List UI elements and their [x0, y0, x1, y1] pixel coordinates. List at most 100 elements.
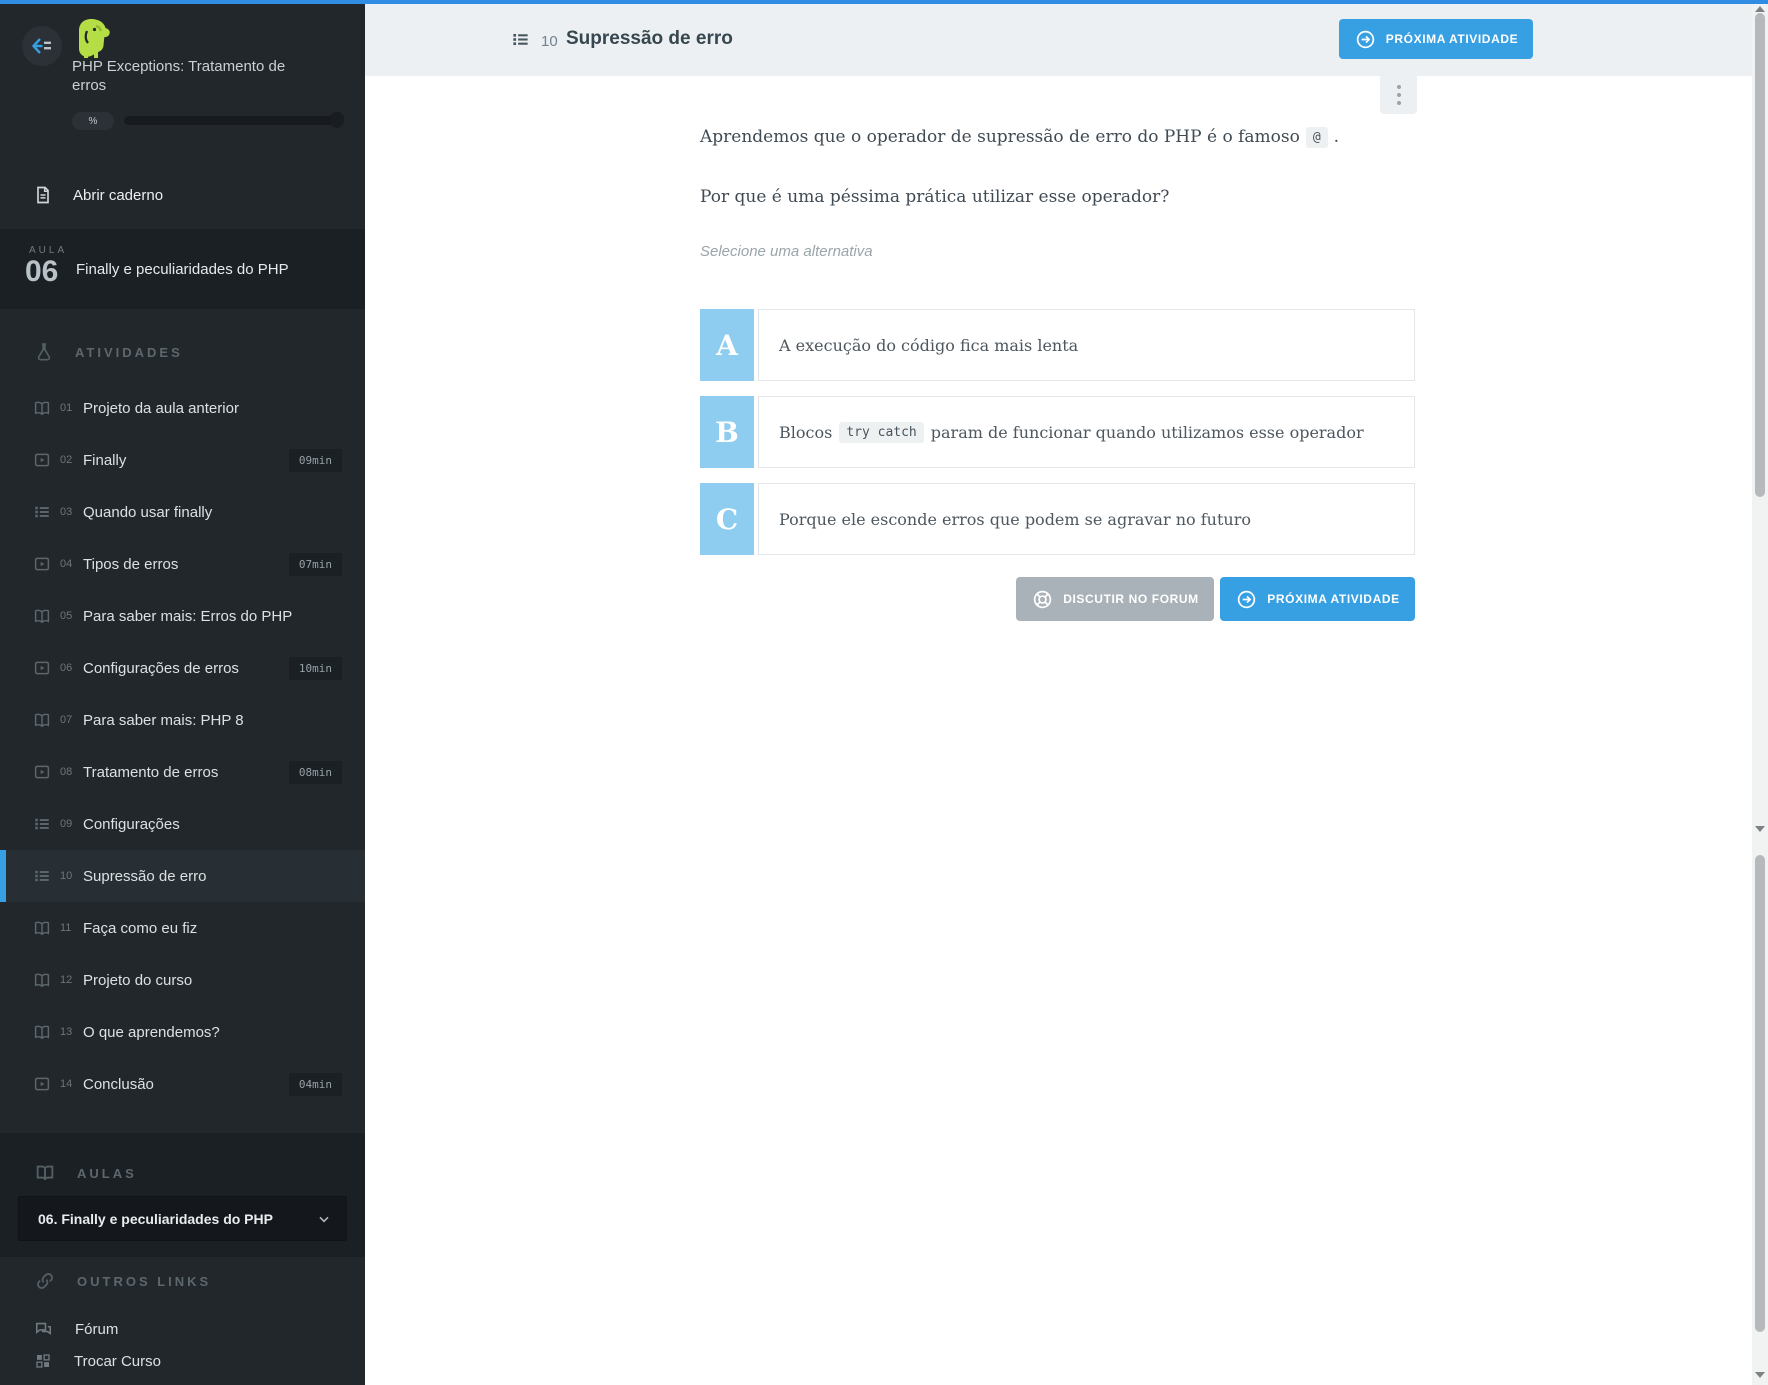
alternative-letter: A	[700, 309, 754, 381]
notebook-label: Abrir caderno	[73, 187, 163, 204]
activity-item[interactable]: 14 Conclusão 04min	[0, 1058, 365, 1110]
activity-label: Configurações	[83, 816, 365, 833]
quiz-list-icon	[33, 815, 51, 833]
activity-item[interactable]: 03 Quando usar finally	[0, 486, 365, 538]
activity-header: 10 Supressão de erro PRÓXIMA ATIVIDADE	[365, 4, 1752, 76]
activity-duration-badge: 08min	[289, 761, 342, 784]
scrollbar-thumb-inner[interactable]	[1755, 13, 1765, 497]
chat-icon	[34, 1320, 53, 1339]
question-footer: DISCUTIR NO FORUM PRÓXIMA ATIVIDADE	[700, 577, 1415, 621]
book-open-icon	[33, 607, 51, 625]
lesson-dropdown[interactable]: 06. Finally e peculiaridades do PHP	[18, 1196, 347, 1241]
collapse-sidebar-button[interactable]	[22, 26, 62, 66]
activity-item[interactable]: 09 Configurações	[0, 798, 365, 850]
next-activity-label-bottom: PRÓXIMA ATIVIDADE	[1267, 592, 1399, 606]
lessons-section: AULAS 06. Finally e peculiaridades do PH…	[0, 1133, 365, 1257]
switch-course-link[interactable]: Trocar Curso	[0, 1346, 365, 1376]
book-icon	[34, 1162, 56, 1184]
alternative-option[interactable]: C Porque ele esconde erros que podem se …	[700, 483, 1415, 555]
alternative-text: Blocos try catch param de funcionar quan…	[758, 396, 1415, 468]
activity-number: 10	[60, 870, 78, 882]
activity-duration-badge: 10min	[289, 657, 342, 680]
quiz-list-icon	[511, 30, 530, 49]
activity-item[interactable]: 11 Faça como eu fiz	[0, 902, 365, 954]
activity-item[interactable]: 06 Configurações de erros 10min	[0, 642, 365, 694]
scroll-down-arrow[interactable]	[1755, 1372, 1765, 1378]
question-line-1: Aprendemos que o operador de supressão d…	[700, 125, 1339, 150]
notebook-icon	[33, 184, 53, 206]
next-activity-button-top[interactable]: PRÓXIMA ATIVIDADE	[1339, 19, 1533, 59]
alternative-text-suffix: param de funcionar quando utilizamos ess…	[931, 423, 1364, 442]
open-notebook-button[interactable]: Abrir caderno	[0, 176, 365, 214]
activity-label: Quando usar finally	[83, 504, 365, 521]
activity-label: Faça como eu fiz	[83, 920, 365, 937]
activity-number: 09	[60, 818, 78, 830]
activity-number: 02	[60, 454, 78, 466]
sidebar: PHP Exceptions: Tratamento de erros % Ab…	[0, 0, 365, 1385]
question-text: Aprendemos que o operador de supressão d…	[700, 127, 1300, 147]
lessons-section-header: AULAS	[0, 1160, 365, 1186]
other-links-label: OUTROS LINKS	[77, 1274, 211, 1289]
activity-number: 05	[60, 610, 78, 622]
course-title: PHP Exceptions: Tratamento de erros	[72, 57, 302, 95]
chevron-down-icon	[316, 1211, 332, 1227]
arrow-circle-icon	[1235, 588, 1258, 611]
lesson-title: Finally e peculiaridades do PHP	[76, 229, 289, 309]
quiz-list-icon	[33, 503, 51, 521]
activity-number: 04	[60, 558, 78, 570]
alternative-text: A execução do código fica mais lenta	[758, 309, 1415, 381]
alternative-text-prefix: A execução do código fica mais lenta	[779, 336, 1078, 355]
activity-label: Finally	[83, 452, 289, 469]
book-open-icon	[33, 711, 51, 729]
inline-code-at: @	[1306, 127, 1328, 148]
grid-icon	[34, 1352, 52, 1370]
activity-label: Projeto do curso	[83, 972, 365, 989]
activity-item[interactable]: 07 Para saber mais: PHP 8	[0, 694, 365, 746]
sidebar-scrollbar-thumb[interactable]	[330, 112, 344, 128]
scroll-down-arrow-inner[interactable]	[1755, 826, 1765, 832]
scroll-up-arrow[interactable]	[1755, 6, 1765, 12]
progress-percent-badge: %	[72, 112, 114, 130]
page-title: Supressão de erro	[566, 28, 733, 50]
activity-item[interactable]: 05 Para saber mais: Erros do PHP	[0, 590, 365, 642]
select-alternative-hint: Selecione uma alternativa	[700, 243, 873, 260]
activity-label: Para saber mais: Erros do PHP	[83, 608, 365, 625]
alternative-option[interactable]: B Blocos try catch param de funcionar qu…	[700, 396, 1415, 468]
activity-item[interactable]: 10 Supressão de erro	[0, 850, 365, 902]
activity-item[interactable]: 02 Finally 09min	[0, 434, 365, 486]
window-scrollbar[interactable]	[1752, 4, 1768, 1385]
scrollbar-thumb-outer[interactable]	[1755, 855, 1765, 1332]
collapse-arrow-icon	[31, 37, 53, 55]
alternative-option[interactable]: A A execução do código fica mais lenta	[700, 309, 1415, 381]
forum-link[interactable]: Fórum	[0, 1314, 365, 1344]
flask-icon	[34, 341, 54, 363]
activity-number: 08	[60, 766, 78, 778]
lesson-number: 06	[25, 255, 58, 289]
activity-number: 11	[60, 922, 78, 934]
activity-options-button[interactable]	[1380, 76, 1417, 114]
activity-item[interactable]: 13 O que aprendemos?	[0, 1006, 365, 1058]
question-text-end: .	[1334, 127, 1339, 147]
book-open-icon	[33, 971, 51, 989]
activity-label: Supressão de erro	[83, 868, 365, 885]
next-activity-button-bottom[interactable]: PRÓXIMA ATIVIDADE	[1220, 577, 1415, 621]
top-progress-line	[0, 0, 1768, 4]
activity-item[interactable]: 12 Projeto do curso	[0, 954, 365, 1006]
activity-number: 12	[60, 974, 78, 986]
activity-item[interactable]: 04 Tipos de erros 07min	[0, 538, 365, 590]
discuss-forum-button[interactable]: DISCUTIR NO FORUM	[1016, 577, 1214, 621]
activity-label: Para saber mais: PHP 8	[83, 712, 365, 729]
video-icon	[33, 555, 51, 573]
activity-item[interactable]: 08 Tratamento de erros 08min	[0, 746, 365, 798]
alternative-text-prefix: Blocos	[779, 423, 832, 442]
link-icon	[34, 1270, 56, 1292]
activity-item[interactable]: 01 Projeto da aula anterior	[0, 382, 365, 434]
activities-section-header: ATIVIDADES	[0, 339, 365, 365]
current-lesson-banner: AULA 06 Finally e peculiaridades do PHP	[0, 229, 365, 309]
discuss-forum-label: DISCUTIR NO FORUM	[1063, 592, 1199, 606]
arrow-circle-icon	[1354, 28, 1377, 51]
activity-duration-badge: 07min	[289, 553, 342, 576]
alternative-text: Porque ele esconde erros que podem se ag…	[758, 483, 1415, 555]
activity-number: 10	[541, 33, 558, 50]
alternatives-list: A A execução do código fica mais lenta B…	[700, 309, 1415, 570]
